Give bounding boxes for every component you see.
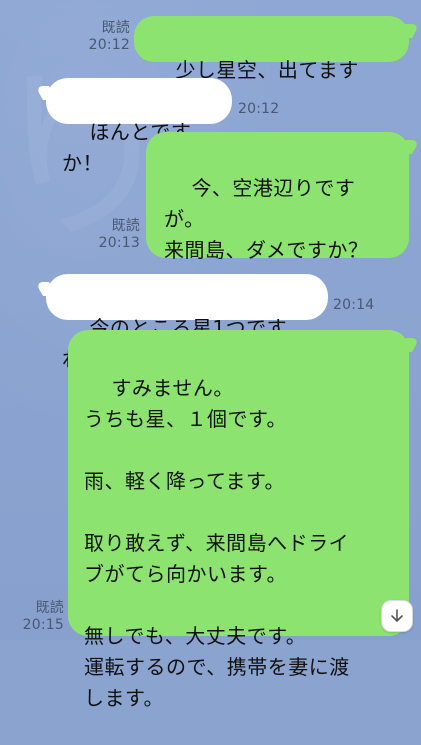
message-time: 20:13: [98, 235, 140, 251]
message-text: 今、空港辺りですが。 来間島、ダメですか？: [164, 176, 369, 262]
chat-background: り 既読 20:12 少し星空、出てますね。 ほんとですか！ 20:12 既読 …: [0, 0, 421, 710]
read-receipt: 既読 20:15: [22, 600, 64, 634]
read-receipt: 既読 20:12: [88, 20, 130, 54]
outgoing-message-bubble[interactable]: すみません。 うちも星、１個です。 雨、軽く降ってます。 取り敢えず、来間島へド…: [68, 330, 409, 710]
arrow-down-icon: [391, 609, 403, 622]
incoming-message-bubble[interactable]: 今のところ星1つですね…: [46, 274, 328, 371]
scroll-to-bottom-button[interactable]: [381, 600, 413, 632]
outgoing-message-bubble[interactable]: 今、空港辺りですが。 来間島、ダメですか？: [146, 132, 409, 262]
read-receipt: 既読 20:13: [98, 218, 140, 252]
read-label: 既読: [101, 20, 130, 36]
incoming-message-bubble[interactable]: ほんとですか！: [46, 78, 232, 175]
message-time: 20:14: [333, 297, 375, 313]
message-time: 20:12: [88, 37, 130, 53]
read-label: 既読: [35, 600, 64, 616]
message-time: 20:15: [22, 617, 64, 633]
message-text: すみません。 うちも星、１個です。 雨、軽く降ってます。 取り敢えず、来間島へド…: [84, 376, 350, 710]
outgoing-message-bubble[interactable]: 少し星空、出てますね。: [134, 16, 409, 113]
read-label: 既読: [111, 218, 140, 234]
message-time: 20:12: [238, 101, 280, 117]
